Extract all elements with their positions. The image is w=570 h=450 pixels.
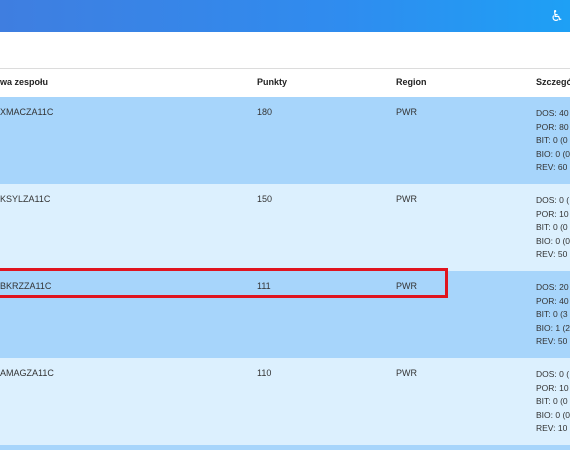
detail-line: BIO: 0 (0 <box>536 235 570 246</box>
region-cell: PWR <box>396 107 417 117</box>
table-header: wa zespołu Punkty Region Szczegó <box>0 69 570 97</box>
detail-line: REV: 50 <box>536 249 568 259</box>
detail-line: BIO: 0 (0 <box>536 409 570 420</box>
region-cell: PWR <box>396 194 417 204</box>
detail-line: REV: 50 <box>536 336 568 346</box>
detail-line: BIO: 1 (2 <box>536 322 570 333</box>
region-cell: PWR <box>396 368 417 378</box>
detail-line: BIT: 0 (3 <box>536 309 568 319</box>
team-name-cell: KSYLZA11C <box>0 194 51 204</box>
detail-line: POR: 10 <box>536 382 569 393</box>
details-cell: DOS: 0 ( POR: 10 BIT: 0 (0 BIO: 0 (0 REV… <box>536 368 570 436</box>
team-name-cell: XMACZA11C <box>0 107 54 117</box>
table-row[interactable]: XMACZA11C 180 PWR DOS: 40 POR: 80 BIT: 0… <box>0 97 570 184</box>
column-header-team-name[interactable]: wa zespołu <box>0 77 48 87</box>
team-name-cell: AMAGZA11C <box>0 368 54 378</box>
selection-highlight <box>0 268 448 298</box>
detail-line: REV: 60 <box>536 162 568 172</box>
points-cell: 180 <box>257 107 273 117</box>
detail-line: BIT: 0 (0 <box>536 396 568 406</box>
detail-line: DOS: 0 ( <box>536 195 570 205</box>
table-row[interactable]: AMAGZA11C 110 PWR DOS: 0 ( POR: 10 BIT: … <box>0 358 570 445</box>
detail-line: BIT: 0 (0 <box>536 135 568 145</box>
details-cell: DOS: 20 POR: 40 BIT: 0 (3 BIO: 1 (2 REV:… <box>536 281 570 349</box>
column-header-details[interactable]: Szczegó <box>536 77 570 87</box>
table-row[interactable]: KSYLZA11C 150 PWR DOS: 0 ( POR: 10 BIT: … <box>0 184 570 271</box>
detail-line: BIT: 0 (0 <box>536 222 568 232</box>
table-row[interactable] <box>0 445 570 450</box>
detail-line: POR: 10 <box>536 208 569 219</box>
detail-line: REV: 10 <box>536 423 568 433</box>
points-cell: 110 <box>257 368 272 378</box>
detail-line: DOS: 0 ( <box>536 369 570 379</box>
detail-line: DOS: 20 <box>536 282 569 292</box>
details-cell: DOS: 40 POR: 80 BIT: 0 (0 BIO: 0 (0 REV:… <box>536 107 570 175</box>
details-cell: DOS: 0 ( POR: 10 BIT: 0 (0 BIO: 0 (0 REV… <box>536 194 570 262</box>
top-bar: ♿ <box>0 0 570 32</box>
column-header-region[interactable]: Region <box>396 77 427 87</box>
detail-line: BIO: 0 (0 <box>536 148 570 159</box>
detail-line: DOS: 40 <box>536 108 569 118</box>
column-header-points[interactable]: Punkty <box>257 77 287 87</box>
points-cell: 150 <box>257 194 273 204</box>
accessibility-icon[interactable]: ♿ <box>550 7 564 25</box>
detail-line: POR: 80 <box>536 121 569 132</box>
toolbar-area <box>0 32 570 69</box>
detail-line: POR: 40 <box>536 295 569 306</box>
